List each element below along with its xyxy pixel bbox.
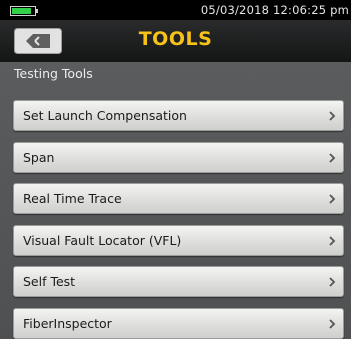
testing-tools-section: Testing Tools Set Launch Compensation Sp… (0, 62, 351, 339)
menu-item-label: Self Test (23, 274, 76, 289)
battery-icon (10, 6, 36, 16)
chevron-right-icon (329, 194, 336, 204)
menu-item-span[interactable]: Span (13, 141, 344, 173)
chevron-right-icon (329, 152, 336, 163)
menu-item-label: Set Launch Compensation (23, 108, 187, 123)
battery-level-fill (12, 8, 31, 14)
section-header: Testing Tools (14, 66, 93, 81)
chevron-right-icon (329, 235, 336, 246)
menu-item-real-time-trace[interactable]: Real Time Trace (13, 183, 344, 214)
chevron-right-icon (329, 318, 336, 329)
menu-item-label: Span (23, 149, 55, 165)
title-bar: TOOLS (0, 20, 351, 62)
menu-item-visual-fault-locator[interactable]: Visual Fault Locator (VFL) (13, 224, 344, 256)
menu-item-label: Real Time Trace (23, 191, 122, 206)
chevron-right-icon (329, 277, 336, 287)
date-time: 05/03/2018 12:06:25 pm (200, 3, 349, 17)
menu-item-label: Visual Fault Locator (VFL) (23, 232, 182, 248)
menu-item-self-test[interactable]: Self Test (13, 266, 344, 297)
page-title: TOOLS (138, 28, 213, 50)
chevron-right-icon (329, 111, 336, 121)
battery-terminal (36, 9, 38, 13)
status-bar: 05/03/2018 12:06:25 pm (0, 0, 351, 20)
menu-item-set-launch-compensation[interactable]: Set Launch Compensation (13, 100, 344, 131)
menu-item-label: FiberInspector (23, 315, 112, 331)
menu-item-fiberinspector[interactable]: FiberInspector (13, 307, 344, 339)
